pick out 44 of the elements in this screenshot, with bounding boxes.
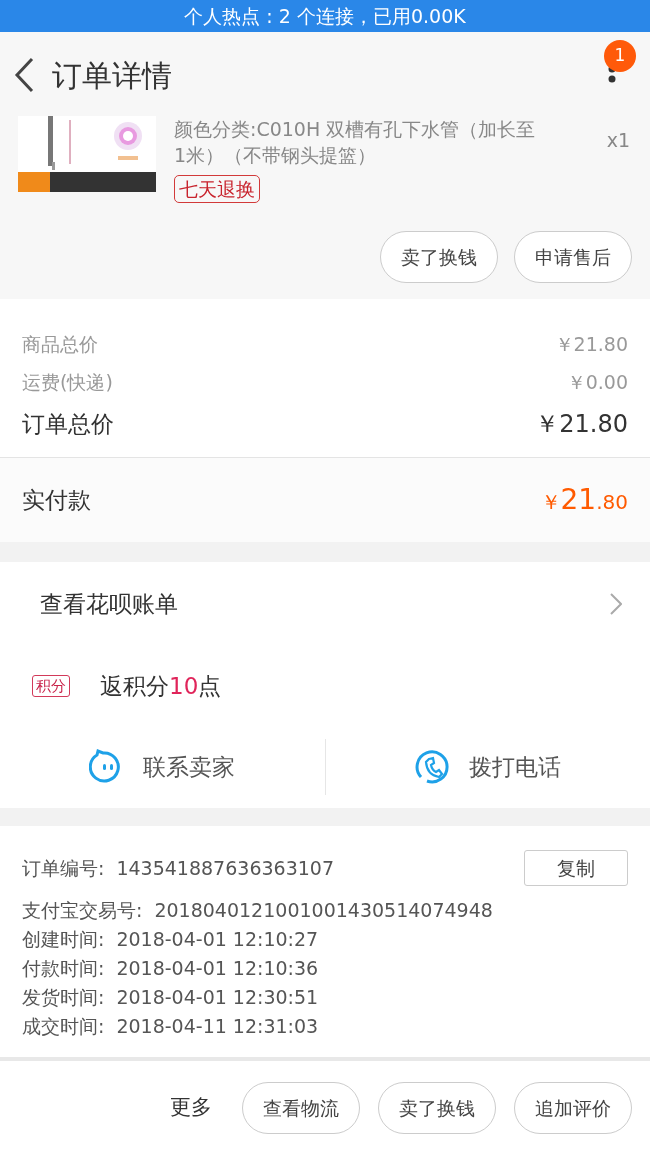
price-label: 商品总价 bbox=[22, 331, 98, 357]
info-value: 2018-04-01 12:30:51 bbox=[116, 985, 319, 1011]
info-label: 创建时间: bbox=[22, 927, 105, 953]
points-text: 返积分10点 bbox=[100, 671, 222, 701]
huabei-label: 查看花呗账单 bbox=[40, 589, 178, 619]
chevron-right-icon bbox=[610, 593, 622, 615]
order-action-button[interactable]: 查看物流 bbox=[242, 1082, 360, 1134]
price-label: 运费(快递) bbox=[22, 369, 113, 395]
phone-icon bbox=[414, 749, 451, 785]
more-label[interactable]: 更多 bbox=[170, 1092, 212, 1124]
info-value: 2018-04-11 12:31:03 bbox=[116, 1014, 319, 1040]
contact-label[interactable]: 拨打电话 bbox=[468, 749, 561, 785]
page-title: 订单详情 bbox=[52, 56, 172, 95]
info-value: 2018040121001001430514074948 bbox=[154, 898, 493, 924]
action-button[interactable]: 申请售后 bbox=[514, 231, 632, 283]
status-bar: 个人热点 : 2 个连接，已用0.00K bbox=[0, 0, 650, 32]
return-tag: 七天退换 bbox=[174, 175, 260, 203]
quantity: x1 bbox=[606, 128, 630, 153]
info-label: 支付宝交易号: bbox=[22, 898, 143, 924]
huabei-row[interactable]: 查看花呗账单 bbox=[0, 562, 650, 646]
info-value: 2018-04-01 12:10:36 bbox=[116, 956, 319, 982]
info-value: 143541887636363107 bbox=[116, 855, 334, 881]
back-icon[interactable] bbox=[12, 57, 36, 93]
info-label: 订单编号: bbox=[22, 855, 105, 881]
info-label: 发货时间: bbox=[22, 985, 105, 1011]
points-tag: 积分 bbox=[32, 675, 70, 697]
price-label: 订单总价 bbox=[22, 409, 114, 439]
order-action-button[interactable]: 追加评价 bbox=[514, 1082, 632, 1134]
contact-label[interactable]: 联系卖家 bbox=[143, 749, 236, 785]
paid-label: 实付款 bbox=[22, 485, 91, 515]
price-value: ￥0.00 bbox=[566, 369, 628, 395]
product-description: 颜色分类:C010H 双槽有孔下水管（加长至1米）（不带钢头提篮） bbox=[174, 117, 536, 168]
paid-decimal: .80 bbox=[596, 489, 628, 516]
price-value: ￥21.80 bbox=[554, 331, 628, 357]
currency-symbol: ￥ bbox=[540, 489, 561, 516]
copy-button[interactable]: 复制 bbox=[524, 850, 628, 886]
notification-badge: 1 bbox=[604, 40, 636, 72]
price-value: ￥21.80 bbox=[535, 409, 628, 440]
info-label: 付款时间: bbox=[22, 956, 105, 982]
paid-integer: 21 bbox=[560, 482, 597, 518]
action-button[interactable]: 卖了换钱 bbox=[380, 231, 498, 283]
info-label: 成交时间: bbox=[22, 1014, 105, 1040]
order-action-button[interactable]: 卖了换钱 bbox=[378, 1082, 496, 1134]
info-value: 2018-04-01 12:10:27 bbox=[116, 927, 319, 953]
